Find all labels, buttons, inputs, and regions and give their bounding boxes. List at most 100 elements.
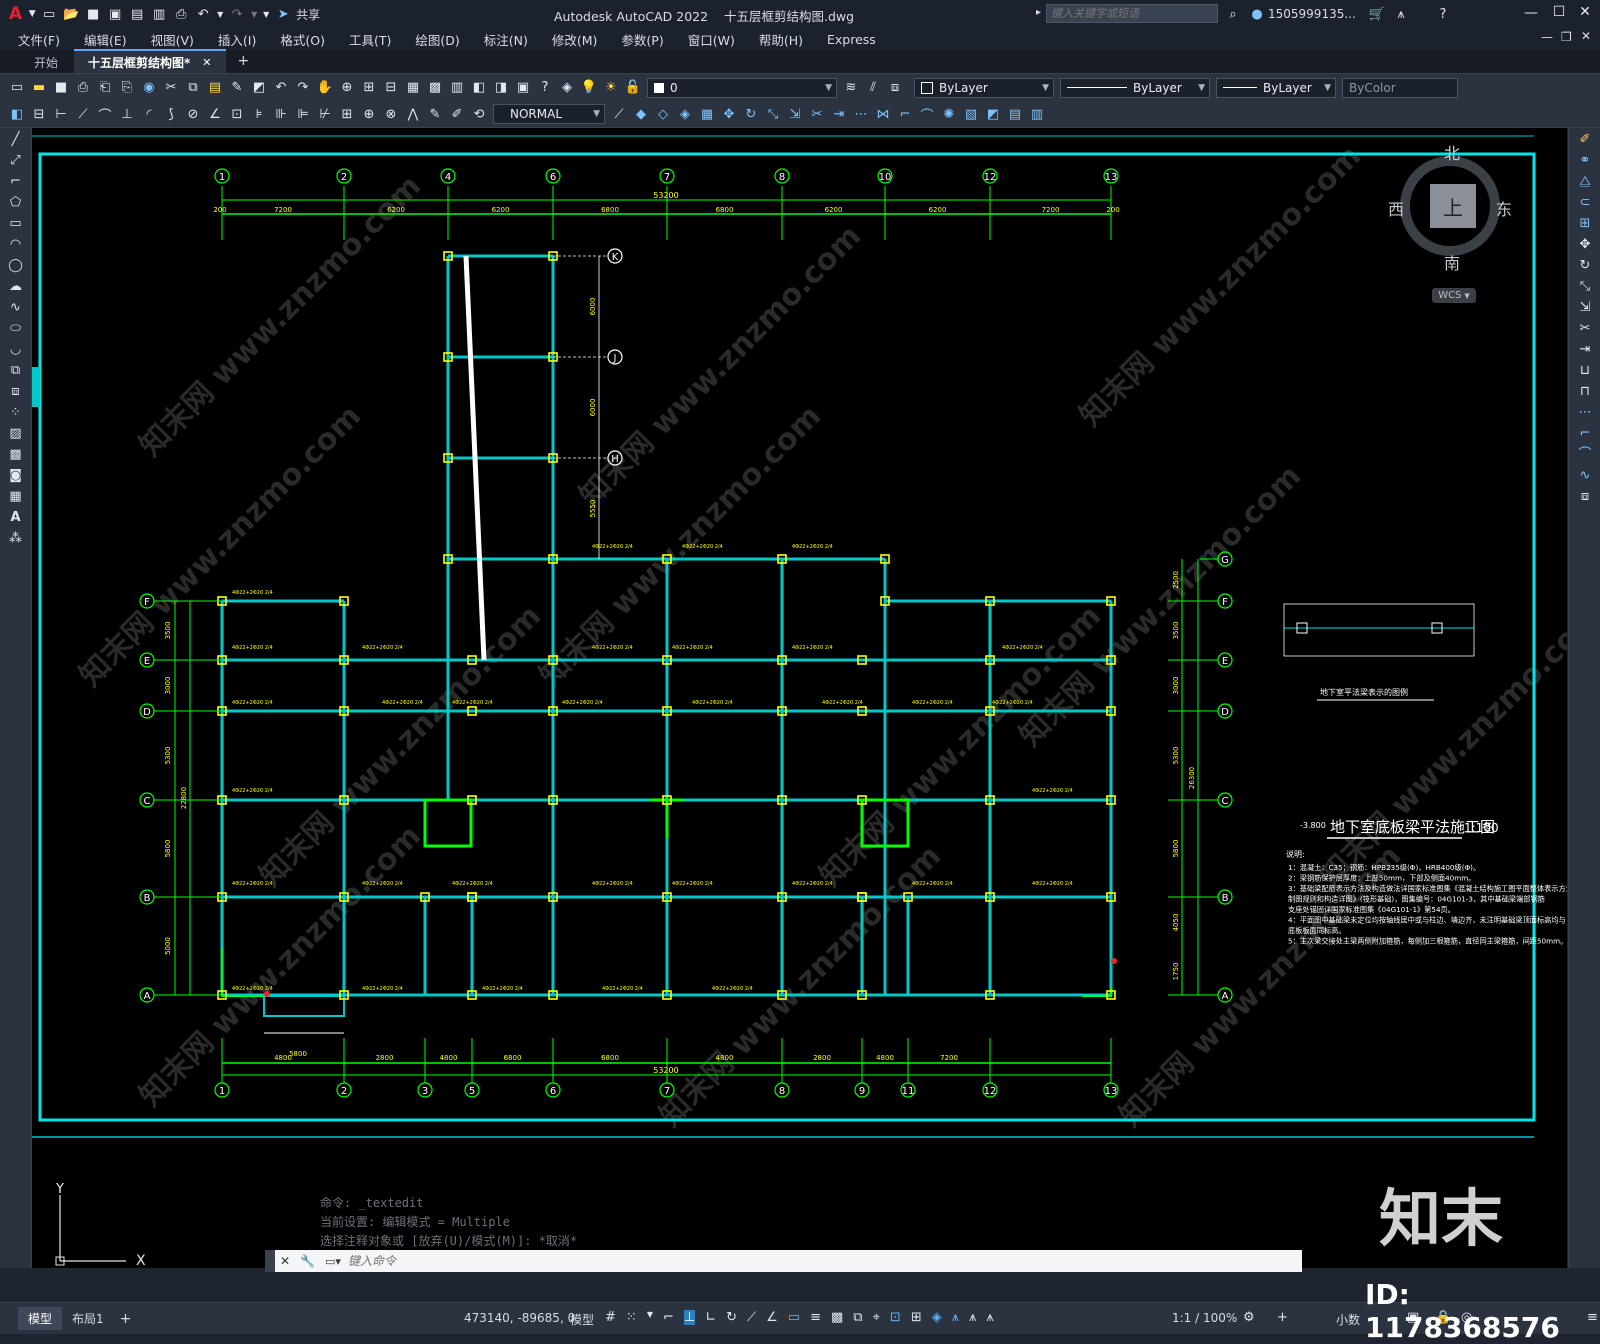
user-name[interactable]: 1505999135...	[1268, 7, 1356, 21]
menu-item-8[interactable]: 修改(M)	[552, 30, 598, 49]
menu-item-3[interactable]: 插入(I)	[218, 30, 256, 49]
compass-south[interactable]: 南	[1444, 250, 1460, 274]
undo-icon[interactable]: ↶	[194, 5, 212, 23]
open-icon[interactable]: ▬	[30, 79, 48, 97]
app-menu-arrow-icon[interactable]: ▼	[28, 5, 36, 23]
snap-icon[interactable]: ⁙	[626, 1310, 637, 1325]
menu-item-5[interactable]: 工具(T)	[349, 30, 391, 49]
center-mark-icon[interactable]: ⊕	[360, 105, 378, 123]
drawing-canvas[interactable]: 知末网 www.znzmo.com 知末网 www.znzmo.com 知末网 ww…	[32, 128, 1567, 1268]
point-icon[interactable]: ⁘	[6, 404, 26, 422]
properties-icon[interactable]: ▦	[404, 79, 422, 97]
extend-icon[interactable]: ⇥	[1575, 341, 1595, 359]
close-tab-icon[interactable]: ✕	[202, 56, 211, 69]
dim-edit-icon[interactable]: ✎	[426, 105, 444, 123]
gradient-icon[interactable]: ▩	[6, 446, 26, 464]
markup-icon[interactable]: ◨	[492, 79, 510, 97]
mirror-icon[interactable]: ◇	[654, 105, 672, 123]
command-line[interactable]: ✕ 🔧 ▭▾	[265, 1250, 1302, 1272]
compass-north[interactable]: 北	[1444, 140, 1460, 164]
menu-item-4[interactable]: 格式(O)	[280, 30, 325, 49]
menu-item-9[interactable]: 参数(P)	[621, 30, 663, 49]
compass-east[interactable]: 东	[1496, 196, 1512, 220]
doc-close-button[interactable]: ✕	[1581, 29, 1591, 43]
search-expand-icon[interactable]: ▸	[1036, 7, 1041, 18]
3d-osnap-icon[interactable]: ⌖	[873, 1310, 880, 1325]
arc-icon[interactable]: ◠	[6, 236, 26, 254]
cmd-grip-icon[interactable]	[265, 1250, 275, 1272]
offset-icon[interactable]: ◈	[676, 105, 694, 123]
calculator-icon[interactable]: ▣	[514, 79, 532, 97]
stretch-icon[interactable]: ⇲	[1575, 299, 1595, 317]
array-icon[interactable]: ▦	[698, 105, 716, 123]
make-current-icon[interactable]: ≋	[842, 79, 860, 97]
menu-item-11[interactable]: 帮助(H)	[759, 30, 803, 49]
region-icon[interactable]: ◙	[6, 467, 26, 485]
dynamic-ucs-icon[interactable]: ⊡	[890, 1310, 901, 1325]
selection-filter-icon[interactable]: ⊞	[911, 1310, 922, 1325]
polar-icon[interactable]: ↻	[726, 1310, 737, 1325]
layer-dropdown[interactable]: 0 ▼	[647, 77, 837, 98]
dim-aligned-icon[interactable]: ⟋	[74, 105, 92, 123]
break-icon[interactable]: ⊓	[1575, 383, 1595, 401]
erase-icon[interactable]: ✐	[1575, 131, 1595, 149]
block-editor-icon[interactable]: ◩	[250, 79, 268, 97]
break-icon[interactable]: ⋯	[852, 105, 870, 123]
user-icon[interactable]: ●	[1248, 5, 1266, 23]
revcloud-icon[interactable]: ☁	[6, 278, 26, 296]
plot-preview-icon[interactable]: ⎗	[96, 79, 114, 97]
save-icon[interactable]: ■	[52, 79, 70, 97]
region-icon[interactable]: ◩	[984, 105, 1002, 123]
explode-icon[interactable]: ⧈	[1575, 488, 1595, 506]
tolerance-icon[interactable]: ⊞	[338, 105, 356, 123]
join-icon[interactable]: ⋯	[1575, 404, 1595, 422]
menu-item-10[interactable]: 窗口(W)	[688, 30, 735, 49]
quick-dim-icon[interactable]: ⊡	[228, 105, 246, 123]
copy-icon[interactable]: ⧉	[184, 79, 202, 97]
doc-minimize-button[interactable]: —	[1541, 30, 1553, 44]
array-icon[interactable]: ⊞	[1575, 215, 1595, 233]
command-input[interactable]	[345, 1251, 1302, 1271]
viewcube[interactable]: 上 北 南 西 东 WCS ▼	[1368, 136, 1536, 311]
blend-curves-icon[interactable]: ∿	[1575, 467, 1595, 485]
dim-text-edit-icon[interactable]: ✐	[448, 105, 466, 123]
lineweight-icon[interactable]: ≡	[810, 1310, 821, 1325]
mtext-icon[interactable]: A	[6, 509, 26, 527]
dim-diameter-icon[interactable]: ⊘	[184, 105, 202, 123]
text-icon[interactable]: ▥	[1028, 105, 1046, 123]
cmd-recent-icon[interactable]: ▭▾	[325, 1255, 341, 1268]
polygon-icon[interactable]: ⬠	[6, 194, 26, 212]
scale-icon[interactable]: ⤡	[764, 105, 782, 123]
dynamic-input-icon[interactable]: ⊥	[683, 1310, 696, 1325]
menu-item-12[interactable]: Express	[827, 32, 876, 47]
share-icon[interactable]: ➤	[274, 5, 292, 23]
customize-qat-icon[interactable]: ▼	[262, 5, 270, 23]
tab-current-drawing[interactable]: 十五层框剪结构图* ✕	[74, 49, 226, 73]
linetype-dropdown[interactable]: ByLayer ▼	[1060, 77, 1210, 98]
ellipse-arc-icon[interactable]: ◡	[6, 341, 26, 359]
paste-icon[interactable]: ▤	[206, 79, 224, 97]
hatch-icon[interactable]: ▧	[962, 105, 980, 123]
ortho-icon[interactable]: ∟	[705, 1310, 716, 1325]
join-icon[interactable]: ⋈	[874, 105, 892, 123]
chamfer-icon[interactable]: ⌐	[896, 105, 914, 123]
rotate-icon[interactable]: ↻	[1575, 257, 1595, 275]
undo-dropdown-icon[interactable]: ▼	[216, 5, 224, 23]
tool-palettes-icon[interactable]: ▥	[448, 79, 466, 97]
new-file-icon[interactable]: ▭	[40, 5, 58, 23]
cmd-close-icon[interactable]: ✕	[280, 1254, 290, 1268]
spline-icon[interactable]: ∿	[6, 299, 26, 317]
plot-icon[interactable]: ⎙	[172, 5, 190, 23]
dim-arc-icon[interactable]: ⌒	[96, 105, 114, 124]
color-dropdown[interactable]: ByLayer ▼	[914, 77, 1054, 98]
web-save-icon[interactable]: ▥	[150, 5, 168, 23]
offset-icon[interactable]: ⊂	[1575, 194, 1595, 212]
gizmo-icon[interactable]: ◈	[932, 1310, 942, 1325]
snap-dropdown-icon[interactable]: ▼	[647, 1310, 653, 1325]
3d-dwf-icon[interactable]: ◉	[140, 79, 158, 97]
doc-restore-button[interactable]: ❐	[1561, 30, 1572, 44]
table-icon[interactable]: ▤	[1006, 105, 1024, 123]
model-space-button[interactable]: 模型	[570, 1311, 594, 1328]
ellipse-icon[interactable]: ⬭	[6, 320, 26, 338]
plot-icon[interactable]: ⎙	[74, 79, 92, 97]
